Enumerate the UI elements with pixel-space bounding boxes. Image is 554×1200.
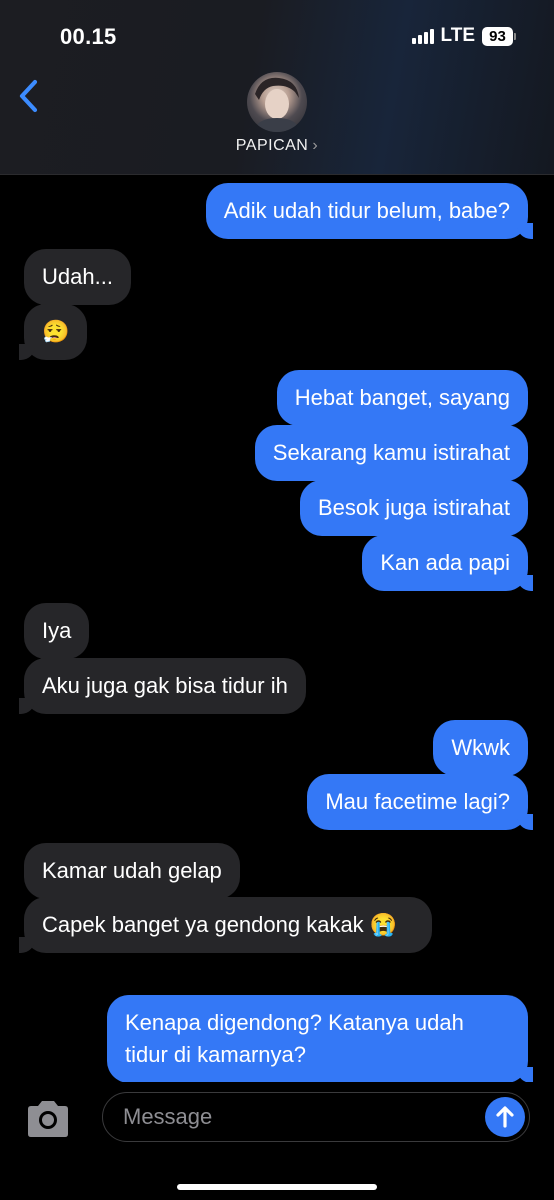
message-bubble-outgoing[interactable]: Hebat banget, sayang (276, 370, 528, 426)
chevron-right-icon: › (312, 137, 319, 154)
message-composer: Message (0, 1082, 554, 1200)
camera-icon[interactable] (24, 1099, 72, 1139)
contact-name[interactable]: PAPICAN › (0, 137, 554, 155)
signal-strength-icon (411, 28, 434, 44)
network-type: LTE (440, 25, 475, 46)
home-indicator[interactable] (177, 1184, 377, 1190)
message-bubble-outgoing[interactable]: Mau facetime lagi? (307, 774, 533, 830)
message-bubble-outgoing[interactable]: Kenapa digendong? Katanya udah tidur di … (107, 995, 533, 1083)
battery-icon: 93 (482, 26, 516, 46)
chevron-left-icon[interactable] (16, 78, 42, 114)
contact-avatar[interactable] (247, 72, 307, 132)
send-arrow-icon (496, 1106, 514, 1128)
message-bubble-outgoing[interactable]: Adik udah tidur belum, babe? (205, 183, 534, 239)
send-button[interactable] (485, 1097, 525, 1137)
status-indicators: LTE 93 (411, 25, 516, 47)
contact-name-label[interactable]: PAPICAN (236, 137, 309, 154)
message-bubble-incoming[interactable]: 😮‍💨 (18, 304, 88, 360)
message-bubble-outgoing[interactable]: Besok juga istirahat (300, 480, 528, 536)
message-bubble-outgoing[interactable]: Wkwk (433, 720, 528, 776)
status-time: 00.15 (60, 24, 117, 49)
message-bubble-incoming[interactable]: Capek banget ya gendong kakak 😭 (19, 897, 432, 953)
message-bubble-outgoing[interactable]: Kan ada papi (362, 535, 533, 591)
message-bubble-incoming[interactable]: Iya (24, 603, 90, 659)
message-bubble-outgoing[interactable]: Sekarang kamu istirahat (254, 425, 528, 481)
message-input[interactable]: Message (102, 1092, 530, 1142)
battery-level: 93 (482, 26, 513, 46)
conversation-header: 00.15 LTE 93 PAPICAN › (0, 0, 554, 175)
message-bubble-incoming[interactable]: Aku juga gak bisa tidur ih (19, 658, 306, 714)
message-bubble-incoming[interactable]: Udah... (24, 249, 131, 305)
message-bubble-incoming[interactable]: Kamar udah gelap (24, 843, 240, 899)
